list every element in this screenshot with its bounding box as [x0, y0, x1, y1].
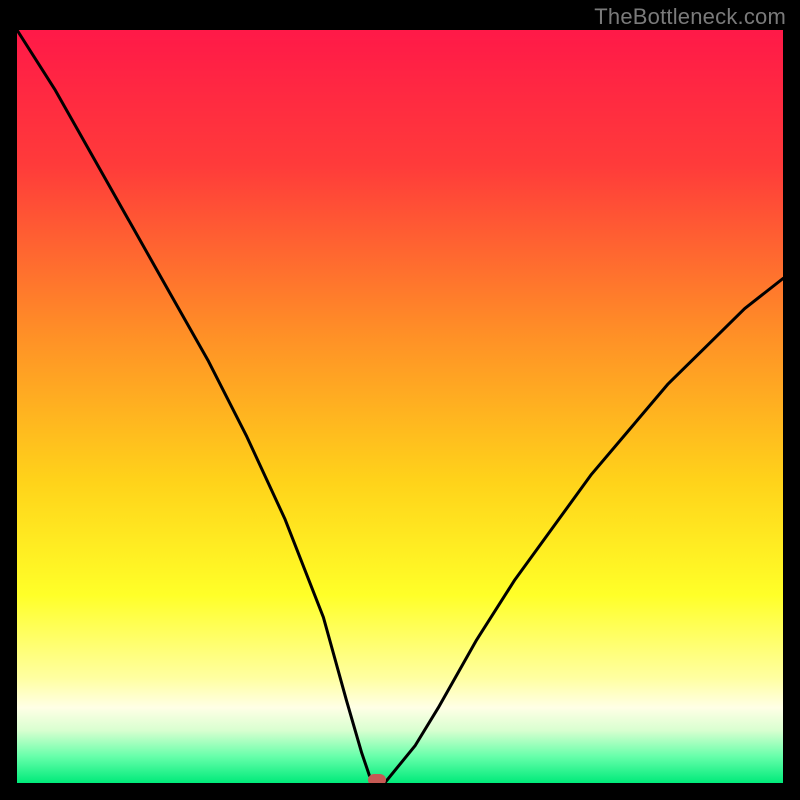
plot-area [17, 30, 783, 783]
chart-frame: TheBottleneck.com [0, 0, 800, 800]
bottleneck-curve [17, 30, 783, 783]
optimum-marker [368, 774, 386, 783]
watermark-text: TheBottleneck.com [594, 4, 786, 30]
